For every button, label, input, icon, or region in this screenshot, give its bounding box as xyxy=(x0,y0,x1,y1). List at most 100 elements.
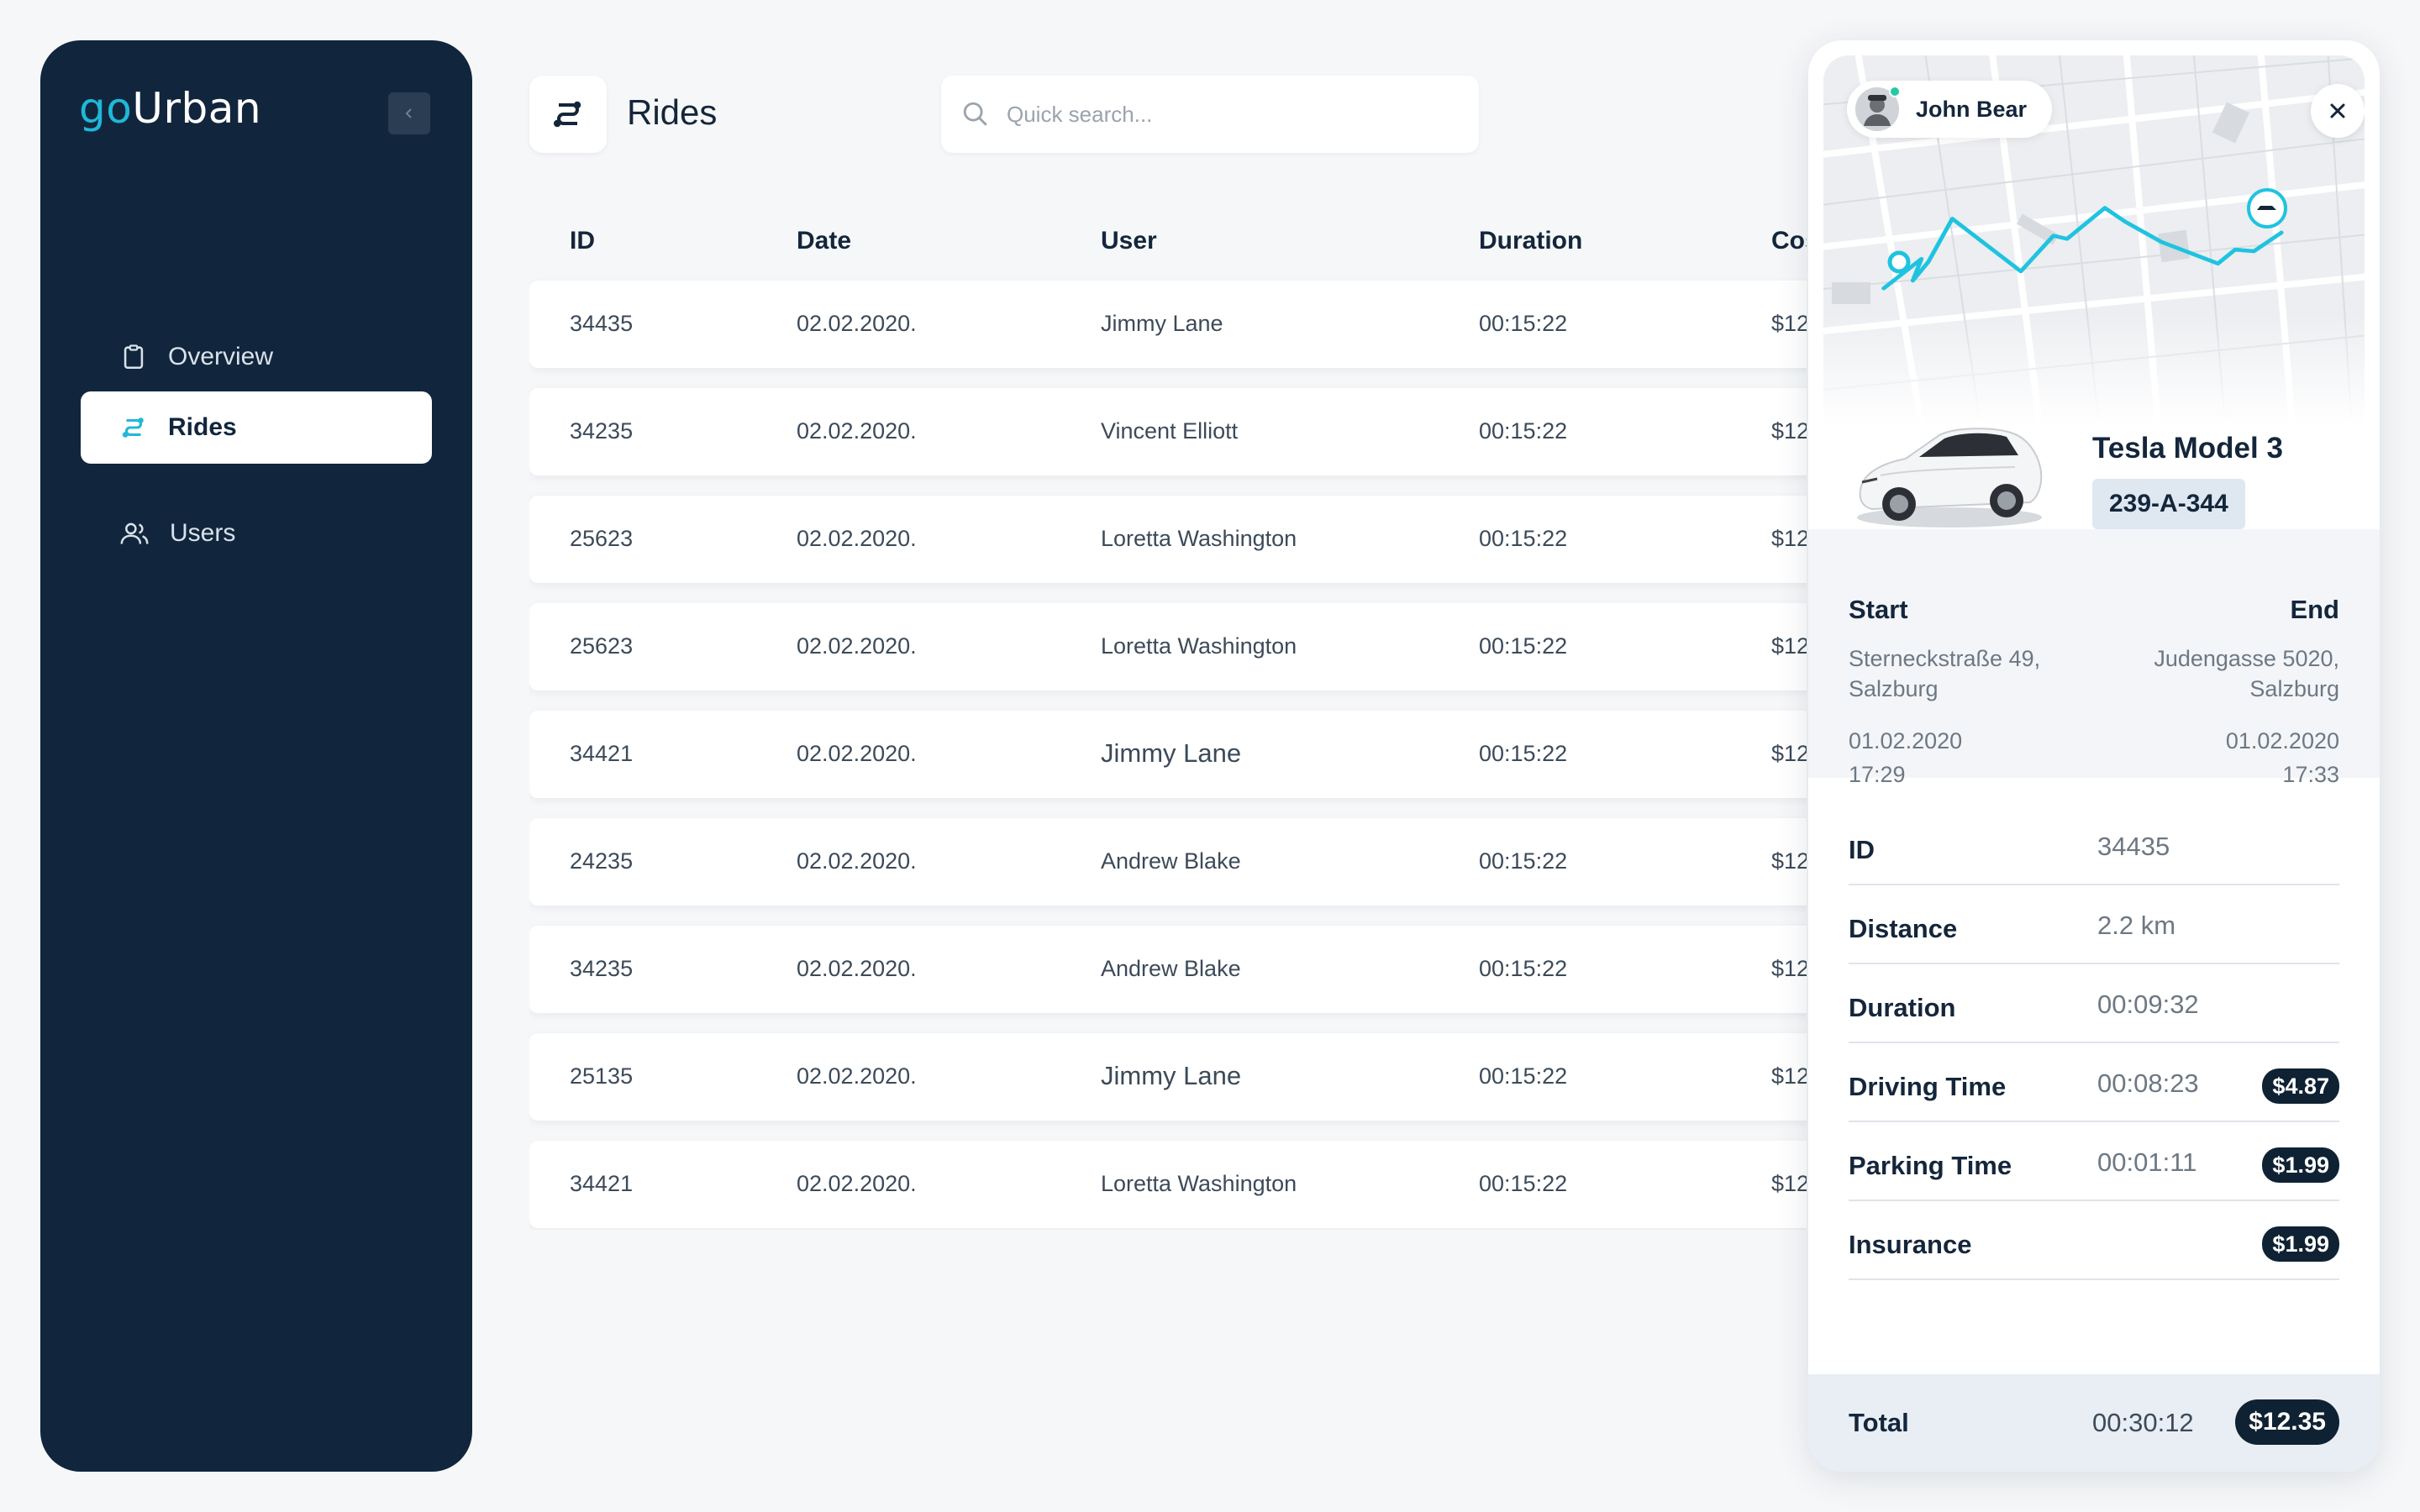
column-header-cost[interactable]: Cost xyxy=(1771,227,1807,255)
close-icon xyxy=(2330,103,2345,118)
online-status-dot xyxy=(1889,86,1901,97)
cell-cost: $12.35 xyxy=(1771,741,1807,766)
table-row[interactable]: 34435 02.02.2020. Jimmy Lane 00:15:22 $1… xyxy=(529,281,1807,368)
detail-value: 00:09:32 xyxy=(2097,990,2199,1019)
clipboard-icon xyxy=(124,344,144,370)
cell-cost: $12.35 xyxy=(1771,526,1807,551)
detail-row-parking-time: Parking Time 00:01:11 $1.99 xyxy=(1849,1122,2339,1201)
sidebar-item-label: Users xyxy=(170,519,236,547)
detail-row-driving-time: Driving Time 00:08:23 $4.87 xyxy=(1849,1043,2339,1122)
total-label: Total xyxy=(1849,1408,1909,1437)
table-row[interactable]: 34421 02.02.2020. Loretta Washington 00:… xyxy=(529,1141,1807,1228)
detail-label: Distance xyxy=(1849,914,1958,943)
column-header-id[interactable]: ID xyxy=(570,227,595,255)
route-icon xyxy=(553,101,581,128)
table-header: ID Date User Duration Cost xyxy=(529,222,1807,269)
start-date: 01.02.2020 xyxy=(1849,728,1963,753)
users-icon xyxy=(120,522,149,544)
page-icon xyxy=(529,76,607,153)
total-time: 00:30:12 xyxy=(2092,1408,2194,1437)
cell-date: 02.02.2020. xyxy=(797,1063,917,1089)
cell-cost: $12.35 xyxy=(1771,418,1807,444)
table-row[interactable]: 34235 02.02.2020. Andrew Blake 00:15:22 … xyxy=(529,926,1807,1013)
cell-id: 25135 xyxy=(570,1063,634,1089)
cell-cost: $12.35 xyxy=(1771,311,1807,336)
cell-duration: 00:15:22 xyxy=(1479,1171,1568,1196)
ride-user-name: John Bear xyxy=(1916,96,2028,122)
cell-duration: 00:15:22 xyxy=(1479,418,1568,444)
detail-value: 2.2 km xyxy=(2097,911,2176,940)
end-date: 01.02.2020 xyxy=(2225,728,2339,753)
car-image xyxy=(1857,428,2043,528)
detail-label: Insurance xyxy=(1849,1230,1972,1259)
ride-user-chip[interactable]: John Bear xyxy=(1847,81,2053,138)
detail-value: 00:08:23 xyxy=(2097,1068,2199,1098)
cell-duration: 00:15:22 xyxy=(1479,848,1568,874)
cell-duration: 00:15:22 xyxy=(1479,1063,1568,1089)
table-row[interactable]: 25623 02.02.2020. Loretta Washington 00:… xyxy=(529,603,1807,690)
start-address-line-2: Salzburg xyxy=(1849,676,1939,701)
cell-cost: $12.35 xyxy=(1771,1171,1807,1196)
table-row[interactable]: 25135 02.02.2020. Jimmy Lane 00:15:22 $1… xyxy=(529,1033,1807,1121)
cell-id: 34421 xyxy=(570,741,634,766)
cell-date: 02.02.2020. xyxy=(797,848,917,874)
detail-row-id: ID 34435 xyxy=(1849,806,2339,885)
table-row[interactable]: 25623 02.02.2020. Loretta Washington 00:… xyxy=(529,496,1807,583)
route-icon xyxy=(122,417,144,438)
cell-duration: 00:15:22 xyxy=(1479,311,1568,336)
detail-value: 00:01:11 xyxy=(2097,1147,2197,1177)
price-badge: $4.87 xyxy=(2262,1068,2339,1104)
column-header-user[interactable]: User xyxy=(1101,227,1157,255)
detail-row-distance: Distance 2.2 km xyxy=(1849,885,2339,964)
end-time: 17:33 xyxy=(2282,762,2339,787)
detail-row-insurance: Insurance $1.99 xyxy=(1849,1201,2339,1280)
cell-id: 34235 xyxy=(570,956,634,981)
logo-suffix: Urban xyxy=(132,84,262,133)
table-row[interactable]: 24235 02.02.2020. Andrew Blake 00:15:22 … xyxy=(529,818,1807,906)
cell-cost: $12.35 xyxy=(1771,633,1807,659)
page-title: Rides xyxy=(627,92,718,132)
search-input[interactable] xyxy=(1007,101,1460,128)
sidebar: goUrban Overview Rides Users xyxy=(40,40,472,1472)
column-header-date[interactable]: Date xyxy=(797,227,851,255)
chevron-left-icon xyxy=(405,108,412,118)
cell-cost: $12.35 xyxy=(1771,956,1807,981)
cell-user: Loretta Washington xyxy=(1101,1171,1297,1196)
close-panel-button[interactable] xyxy=(2311,84,2365,138)
cell-duration: 00:15:22 xyxy=(1479,741,1568,766)
table-row[interactable]: 34235 02.02.2020. Vincent Elliott 00:15:… xyxy=(529,388,1807,475)
route-summary: Start End Sterneckstraße 49, Salzburg Ju… xyxy=(1808,529,2380,787)
start-address-line-1: Sterneckstraße 49, xyxy=(1849,646,2041,671)
detail-label: Driving Time xyxy=(1849,1072,2007,1101)
price-badge: $1.99 xyxy=(2262,1147,2339,1183)
cell-date: 02.02.2020. xyxy=(797,956,917,981)
sidebar-item-label: Rides xyxy=(168,413,237,441)
search-box[interactable] xyxy=(941,76,1479,153)
sidebar-item-users[interactable]: Users xyxy=(81,497,432,570)
cell-id: 34421 xyxy=(570,1171,634,1196)
sidebar-item-overview[interactable]: Overview xyxy=(81,321,432,393)
cell-id: 25623 xyxy=(570,526,634,551)
cell-user: Loretta Washington xyxy=(1101,526,1297,551)
detail-row-duration: Duration 00:09:32 xyxy=(1849,964,2339,1043)
cell-id: 24235 xyxy=(570,848,634,874)
total-bar: Total 00:30:12 $12.35 xyxy=(1808,1374,2380,1472)
cell-date: 02.02.2020. xyxy=(797,418,917,444)
table-row[interactable]: 34421 02.02.2020. Jimmy Lane 00:15:22 $1… xyxy=(529,711,1807,798)
total-price-badge: $12.35 xyxy=(2235,1399,2339,1445)
route-map[interactable]: John Bear xyxy=(1823,55,2365,425)
price-badge: $1.99 xyxy=(2262,1226,2339,1262)
cell-id: 34235 xyxy=(570,418,634,444)
sidebar-item-label: Overview xyxy=(168,343,274,370)
detail-label: Duration xyxy=(1849,993,1956,1022)
collapse-sidebar-button[interactable] xyxy=(388,92,430,134)
end-label: End xyxy=(2290,595,2339,624)
app-logo[interactable]: goUrban xyxy=(79,84,261,133)
column-header-duration[interactable]: Duration xyxy=(1479,227,1582,255)
cell-duration: 00:15:22 xyxy=(1479,956,1568,981)
start-time: 17:29 xyxy=(1849,762,1906,787)
license-plate-badge: 239-A-344 xyxy=(2092,479,2245,529)
sidebar-item-rides[interactable]: Rides xyxy=(81,391,432,464)
cell-duration: 00:15:22 xyxy=(1479,633,1568,659)
car-model: Tesla Model 3 xyxy=(2092,432,2283,465)
